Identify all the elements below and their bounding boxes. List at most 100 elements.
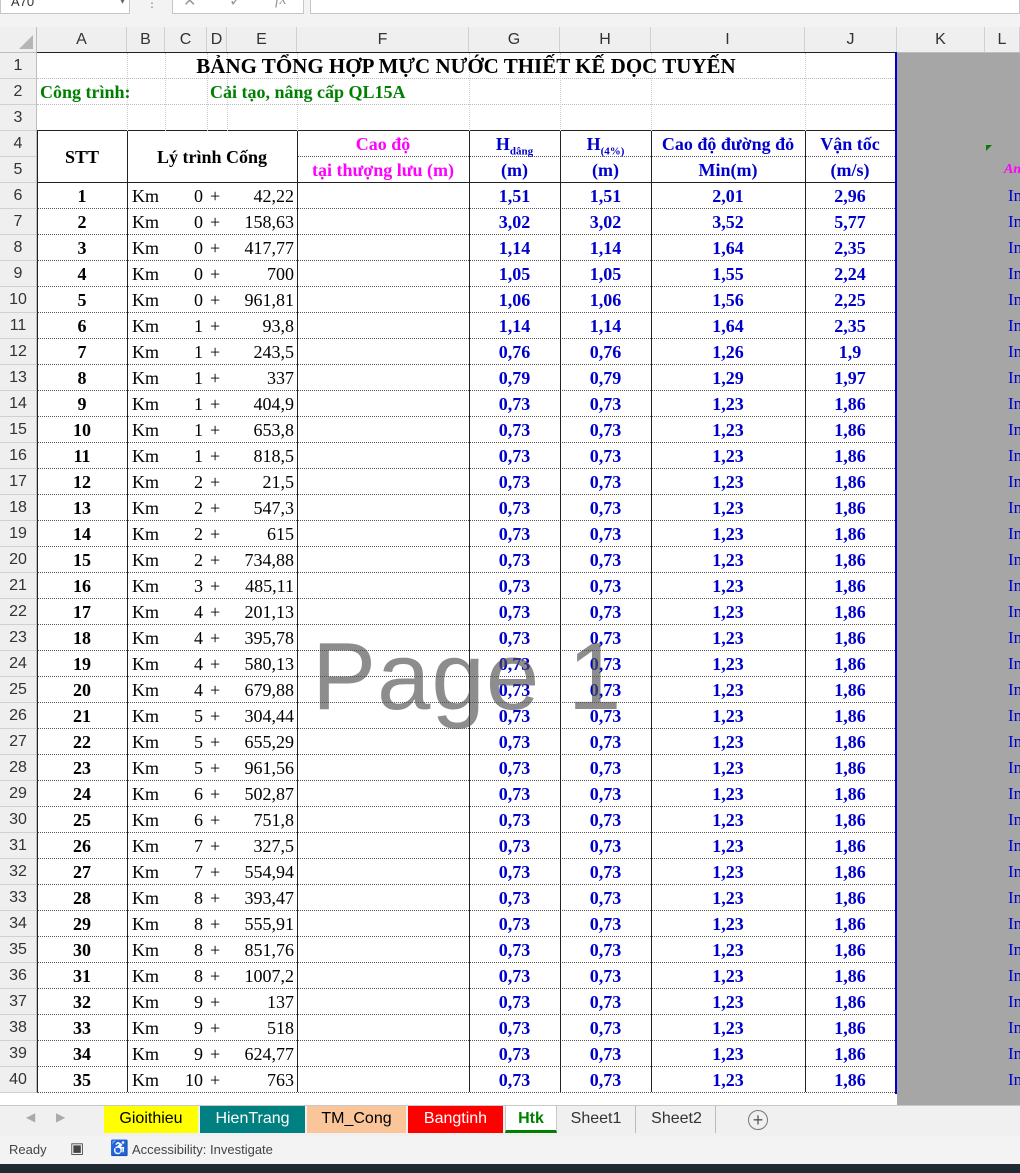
column-header-h[interactable]: H xyxy=(560,27,651,53)
row-side-cell[interactable]: In xyxy=(1008,443,1020,469)
row-plus-value[interactable]: 655,29 xyxy=(227,729,295,755)
row-header-15[interactable]: 15 xyxy=(0,417,37,443)
row-cao-do-min[interactable]: 1,64 xyxy=(651,313,805,339)
row-plus-value[interactable]: 554,94 xyxy=(227,859,295,885)
row-km-value[interactable]: 3 xyxy=(165,573,203,599)
row-header-9[interactable]: 9 xyxy=(0,261,37,287)
row-h-4pct[interactable]: 0,73 xyxy=(560,417,651,443)
row-km-label[interactable]: Km xyxy=(132,807,159,833)
row-km-label[interactable]: Km xyxy=(132,469,159,495)
row-h-4pct[interactable]: 1,05 xyxy=(560,261,651,287)
row-stt[interactable]: 10 xyxy=(37,417,127,443)
row-h-4pct[interactable]: 0,73 xyxy=(560,859,651,885)
tab-next-icon[interactable]: ▶ xyxy=(56,1110,65,1124)
row-h-4pct[interactable]: 1,06 xyxy=(560,287,651,313)
row-plus-value[interactable]: 1007,2 xyxy=(227,963,295,989)
row-van-toc[interactable]: 1,86 xyxy=(805,885,895,911)
row-plus-sign[interactable]: + xyxy=(210,573,220,599)
row-plus-sign[interactable]: + xyxy=(210,755,220,781)
row-header-5[interactable]: 5 xyxy=(0,157,37,183)
row-cao-do[interactable] xyxy=(297,677,469,703)
row-h-4pct[interactable]: 0,73 xyxy=(560,443,651,469)
row-km-value[interactable]: 5 xyxy=(165,755,203,781)
row-km-value[interactable]: 0 xyxy=(165,287,203,313)
row-van-toc[interactable]: 2,35 xyxy=(805,313,895,339)
row-h-dang[interactable]: 0,73 xyxy=(469,703,560,729)
row-header-19[interactable]: 19 xyxy=(0,521,37,547)
row-stt[interactable]: 22 xyxy=(37,729,127,755)
row-km-value[interactable]: 10 xyxy=(165,1067,203,1093)
row-h-4pct[interactable]: 0,73 xyxy=(560,755,651,781)
row-cao-do[interactable] xyxy=(297,183,469,209)
row-km-label[interactable]: Km xyxy=(132,703,159,729)
row-plus-value[interactable]: 555,91 xyxy=(227,911,295,937)
row-van-toc[interactable]: 1,86 xyxy=(805,391,895,417)
row-stt[interactable]: 4 xyxy=(37,261,127,287)
row-h-4pct[interactable]: 0,73 xyxy=(560,599,651,625)
row-km-value[interactable]: 8 xyxy=(165,963,203,989)
row-km-label[interactable]: Km xyxy=(132,495,159,521)
row-plus-value[interactable]: 751,8 xyxy=(227,807,295,833)
row-stt[interactable]: 14 xyxy=(37,521,127,547)
row-cao-do-min[interactable]: 1,23 xyxy=(651,521,805,547)
row-stt[interactable]: 13 xyxy=(37,495,127,521)
row-plus-value[interactable]: 615 xyxy=(227,521,294,547)
row-cao-do-min[interactable]: 1,23 xyxy=(651,651,805,677)
row-cao-do-min[interactable]: 2,01 xyxy=(651,183,805,209)
row-plus-value[interactable]: 337 xyxy=(227,365,294,391)
row-km-value[interactable]: 9 xyxy=(165,1015,203,1041)
column-header-i[interactable]: I xyxy=(651,27,805,53)
row-km-value[interactable]: 2 xyxy=(165,495,203,521)
row-stt[interactable]: 21 xyxy=(37,703,127,729)
row-plus-value[interactable]: 327,5 xyxy=(227,833,295,859)
row-stt[interactable]: 27 xyxy=(37,859,127,885)
row-side-cell[interactable]: In xyxy=(1008,313,1020,339)
row-km-value[interactable]: 5 xyxy=(165,729,203,755)
row-van-toc[interactable]: 1,86 xyxy=(805,781,895,807)
row-plus-value[interactable]: 700 xyxy=(227,261,294,287)
row-h-4pct[interactable]: 0,73 xyxy=(560,677,651,703)
row-h-dang[interactable]: 0,73 xyxy=(469,755,560,781)
add-sheet-icon[interactable]: + xyxy=(748,1110,768,1130)
row-km-label[interactable]: Km xyxy=(132,235,159,261)
row-cao-do[interactable] xyxy=(297,235,469,261)
row-plus-sign[interactable]: + xyxy=(210,651,220,677)
row-header-23[interactable]: 23 xyxy=(0,625,37,651)
row-km-label[interactable]: Km xyxy=(132,651,159,677)
row-h-4pct[interactable]: 0,73 xyxy=(560,651,651,677)
row-km-label[interactable]: Km xyxy=(132,391,159,417)
row-van-toc[interactable]: 1,86 xyxy=(805,911,895,937)
row-h-4pct[interactable]: 0,73 xyxy=(560,833,651,859)
row-plus-value[interactable]: 201,13 xyxy=(227,599,295,625)
accessibility-icon[interactable]: ♿ xyxy=(110,1139,129,1157)
row-van-toc[interactable]: 1,86 xyxy=(805,703,895,729)
chevron-down-icon[interactable]: ▾ xyxy=(120,0,125,11)
row-km-label[interactable]: Km xyxy=(132,417,159,443)
row-h-dang[interactable]: 0,73 xyxy=(469,911,560,937)
row-cao-do[interactable] xyxy=(297,209,469,235)
row-van-toc[interactable]: 1,9 xyxy=(805,339,895,365)
row-stt[interactable]: 26 xyxy=(37,833,127,859)
row-h-4pct[interactable]: 0,73 xyxy=(560,469,651,495)
row-km-value[interactable]: 8 xyxy=(165,885,203,911)
row-km-value[interactable]: 0 xyxy=(165,261,203,287)
row-h-4pct[interactable]: 1,51 xyxy=(560,183,651,209)
row-km-label[interactable]: Km xyxy=(132,599,159,625)
row-plus-sign[interactable]: + xyxy=(210,235,220,261)
row-cao-do[interactable] xyxy=(297,1015,469,1041)
row-cao-do-min[interactable]: 1,23 xyxy=(651,417,805,443)
row-stt[interactable]: 23 xyxy=(37,755,127,781)
row-side-cell[interactable]: In xyxy=(1008,729,1020,755)
row-cao-do-min[interactable]: 1,23 xyxy=(651,911,805,937)
row-km-label[interactable]: Km xyxy=(132,1067,159,1093)
row-h-dang[interactable]: 1,51 xyxy=(469,183,560,209)
row-header-7[interactable]: 7 xyxy=(0,209,37,235)
row-h-dang[interactable]: 0,73 xyxy=(469,469,560,495)
row-h-4pct[interactable]: 0,73 xyxy=(560,885,651,911)
row-header-27[interactable]: 27 xyxy=(0,729,37,755)
row-km-value[interactable]: 1 xyxy=(165,339,203,365)
row-plus-value[interactable]: 243,5 xyxy=(227,339,295,365)
row-cao-do[interactable] xyxy=(297,625,469,651)
row-side-cell[interactable]: In xyxy=(1008,209,1020,235)
row-van-toc[interactable]: 1,86 xyxy=(805,547,895,573)
